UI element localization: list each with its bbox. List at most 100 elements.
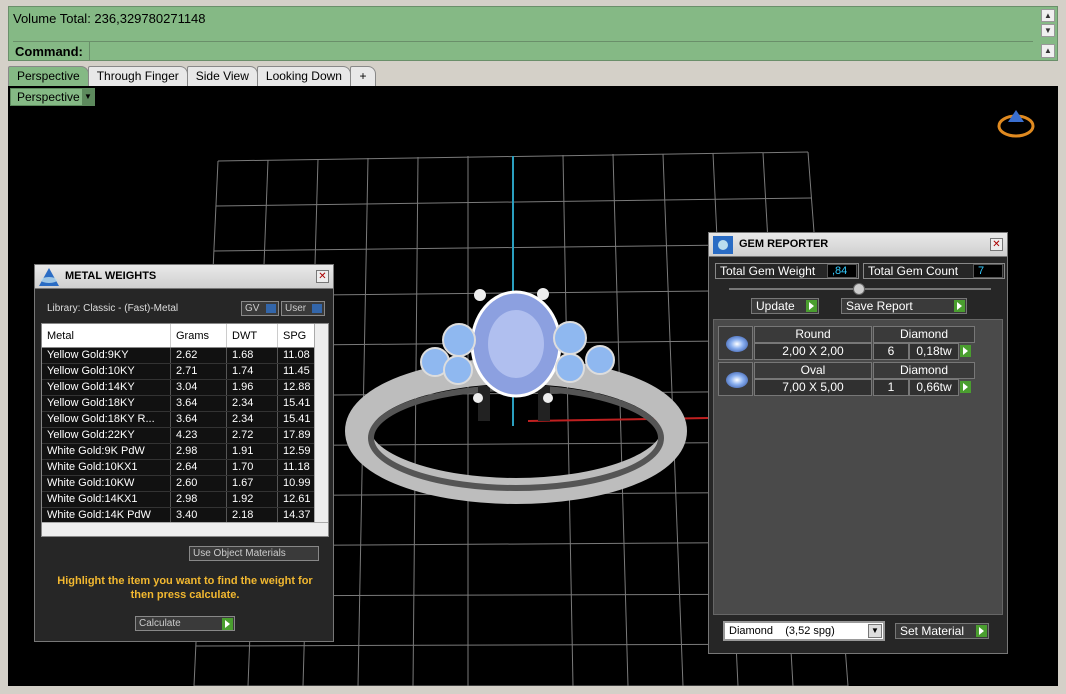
cell-metal: Yellow Gold:9KY bbox=[42, 348, 171, 363]
cell-grams: 4.23 bbox=[171, 428, 227, 443]
cell-dwt: 2.18 bbox=[227, 508, 278, 523]
gem-material: Diamond bbox=[873, 362, 975, 379]
metal-table: Metal Grams DWT SPG Yellow Gold:9KY 2.62 1… bbox=[41, 323, 329, 537]
material-select[interactable]: Diamond (3,52 spg) ▼ bbox=[723, 621, 885, 641]
calculate-button[interactable]: Calculate bbox=[135, 616, 235, 631]
cell-grams: 2.62 bbox=[171, 348, 227, 363]
table-row[interactable]: White Gold:10KX1 2.64 1.70 11.18 bbox=[42, 460, 328, 476]
table-row[interactable]: Yellow Gold:10KY 2.71 1.74 11.45 bbox=[42, 364, 328, 380]
metal-weights-titlebar[interactable]: METAL WEIGHTS ✕ bbox=[35, 265, 333, 289]
user-label: User bbox=[285, 303, 307, 314]
cell-metal: White Gold:9K PdW bbox=[42, 444, 171, 459]
table-row[interactable]: Yellow Gold:14KY 3.04 1.96 12.88 bbox=[42, 380, 328, 396]
gem-weight: 0,18tw bbox=[909, 343, 959, 360]
gem-shape: Oval bbox=[754, 362, 872, 379]
table-row[interactable]: White Gold:14KX1 2.98 1.92 12.61 bbox=[42, 492, 328, 508]
gv-toggle[interactable]: GV bbox=[241, 301, 279, 316]
gem-list: Round Diamond 2,00 X 2,00 6 0,18tw Oval … bbox=[713, 319, 1003, 615]
cell-dwt: 1.96 bbox=[227, 380, 278, 395]
cell-metal: Yellow Gold:22KY bbox=[42, 428, 171, 443]
cell-metal: Yellow Gold:10KY bbox=[42, 364, 171, 379]
update-button[interactable]: Update bbox=[751, 298, 819, 314]
cell-metal: White Gold:14K PdW bbox=[42, 508, 171, 523]
table-vertical-scrollbar[interactable] bbox=[314, 324, 328, 522]
calculate-label: Calculate bbox=[139, 618, 181, 629]
gem-count: 6 bbox=[873, 343, 909, 360]
play-arrow-icon bbox=[222, 618, 233, 630]
user-toggle[interactable]: User bbox=[281, 301, 325, 316]
table-row[interactable]: Yellow Gold:18KY 3.64 2.34 15.41 bbox=[42, 396, 328, 412]
use-object-materials-toggle[interactable]: Use Object Materials bbox=[189, 546, 319, 561]
save-report-button[interactable]: Save Report bbox=[841, 298, 967, 314]
table-row[interactable]: Yellow Gold:22KY 4.23 2.72 17.89 bbox=[42, 428, 328, 444]
cell-spg: 17.89 bbox=[278, 428, 315, 443]
table-row[interactable]: White Gold:9K PdW 2.98 1.91 12.59 bbox=[42, 444, 328, 460]
chevron-down-icon: ▼ bbox=[868, 624, 882, 638]
gem-row[interactable]: Oval Diamond 7,00 X 5,00 1 0,66tw bbox=[718, 362, 976, 396]
cell-dwt: 1.92 bbox=[227, 492, 278, 507]
gem-row[interactable]: Round Diamond 2,00 X 2,00 6 0,18tw bbox=[718, 326, 976, 360]
cell-dwt: 1.68 bbox=[227, 348, 278, 363]
add-tab-button[interactable]: + bbox=[349, 66, 376, 86]
table-horizontal-scrollbar[interactable] bbox=[42, 522, 328, 536]
app-window: Volume Total: 236,329780271148 ▲ ▼ Comma… bbox=[0, 0, 1066, 694]
gem-count: 1 bbox=[873, 379, 909, 396]
view-selector[interactable]: Perspective ▼ bbox=[10, 88, 95, 106]
cell-grams: 3.64 bbox=[171, 412, 227, 427]
gem-size: 2,00 X 2,00 bbox=[754, 343, 872, 360]
cell-dwt: 1.91 bbox=[227, 444, 278, 459]
table-row[interactable]: Yellow Gold:9KY 2.62 1.68 11.08 bbox=[42, 348, 328, 364]
view-selector-label: Perspective bbox=[17, 90, 80, 104]
tab-side-view[interactable]: Side View bbox=[186, 66, 258, 86]
column-header-dwt[interactable]: DWT bbox=[227, 324, 278, 347]
set-material-button[interactable]: Set Material bbox=[895, 623, 989, 639]
slider-handle[interactable] bbox=[853, 283, 865, 295]
chevron-down-icon: ▼ bbox=[82, 89, 94, 105]
gem-reporter-logo-icon bbox=[713, 236, 733, 254]
library-label: Library: Classic - (Fast)-Metal bbox=[47, 303, 179, 314]
command-label: Command: bbox=[15, 44, 83, 59]
gem-select-arrow-icon[interactable] bbox=[960, 381, 971, 393]
gem-shape: Round bbox=[754, 326, 872, 343]
column-header-metal[interactable]: Metal bbox=[42, 324, 171, 347]
command-scroll[interactable]: ▲ bbox=[1041, 44, 1055, 58]
gem-reporter-titlebar[interactable]: GEM REPORTER ✕ bbox=[709, 233, 1007, 257]
cell-dwt: 1.67 bbox=[227, 476, 278, 491]
instruction-text: Highlight the item you want to find the … bbox=[57, 575, 313, 601]
cell-spg: 10.99 bbox=[278, 476, 315, 491]
close-icon[interactable]: ✕ bbox=[990, 238, 1003, 251]
cell-grams: 3.64 bbox=[171, 396, 227, 411]
command-input[interactable] bbox=[89, 42, 1033, 60]
cell-grams: 2.60 bbox=[171, 476, 227, 491]
tab-through-finger[interactable]: Through Finger bbox=[87, 66, 188, 86]
cell-dwt: 2.72 bbox=[227, 428, 278, 443]
gem-thumbnail bbox=[718, 326, 753, 360]
history-scroll-up[interactable]: ▲ bbox=[1041, 9, 1055, 22]
play-arrow-icon bbox=[954, 300, 965, 312]
close-icon[interactable]: ✕ bbox=[316, 270, 329, 283]
cell-metal: Yellow Gold:18KY R... bbox=[42, 412, 171, 427]
column-header-spg[interactable]: SPG bbox=[278, 324, 315, 347]
history-scroll-down[interactable]: ▼ bbox=[1041, 24, 1055, 37]
cell-metal: Yellow Gold:18KY bbox=[42, 396, 171, 411]
cell-spg: 12.59 bbox=[278, 444, 315, 459]
table-row[interactable]: Yellow Gold:18KY R... 3.64 2.34 15.41 bbox=[42, 412, 328, 428]
viewport-tabs: Perspective Through Finger Side View Loo… bbox=[8, 66, 376, 86]
tab-perspective[interactable]: Perspective bbox=[8, 66, 89, 86]
cell-grams: 3.04 bbox=[171, 380, 227, 395]
tab-looking-down[interactable]: Looking Down bbox=[256, 66, 351, 86]
use-object-materials-label: Use Object Materials bbox=[193, 548, 286, 559]
metal-weights-logo-icon bbox=[39, 268, 59, 286]
save-report-label: Save Report bbox=[846, 299, 913, 313]
gv-label: GV bbox=[245, 303, 260, 314]
cell-grams: 2.98 bbox=[171, 492, 227, 507]
metal-weights-title: METAL WEIGHTS bbox=[65, 270, 157, 282]
toggle-switch-icon bbox=[266, 304, 276, 313]
table-row[interactable]: White Gold:10KW 2.60 1.67 10.99 bbox=[42, 476, 328, 492]
gem-select-arrow-icon[interactable] bbox=[960, 345, 971, 357]
column-header-grams[interactable]: Grams bbox=[171, 324, 227, 347]
metal-weights-panel: METAL WEIGHTS ✕ Library: Classic - (Fast… bbox=[34, 264, 334, 642]
cell-metal: White Gold:14KX1 bbox=[42, 492, 171, 507]
ring-model bbox=[345, 288, 687, 504]
gem-reporter-title: GEM REPORTER bbox=[739, 238, 829, 250]
